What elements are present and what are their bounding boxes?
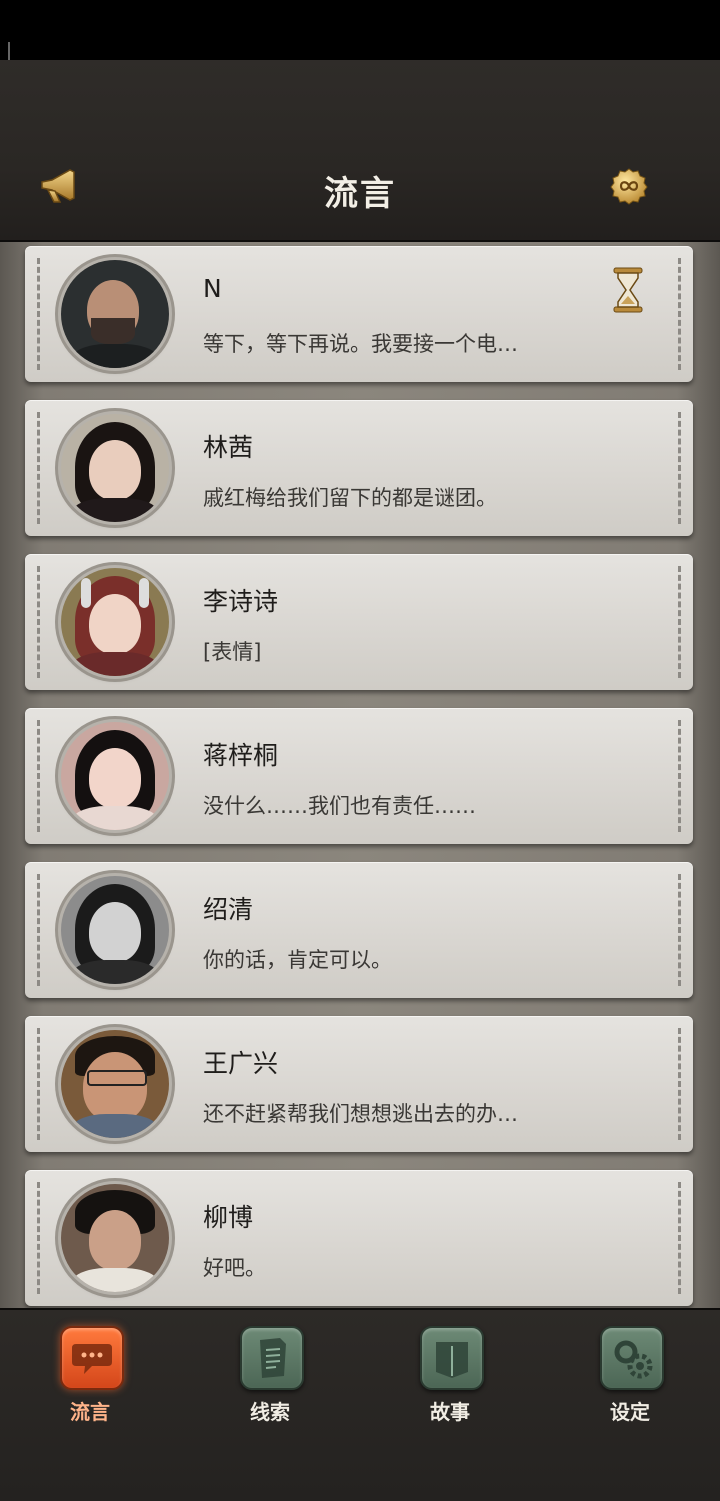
header: 流言 [0,60,720,242]
contact-name: N [203,274,222,303]
stitch-decoration [37,1182,40,1294]
message-preview: [表情] [203,640,262,664]
stitch-decoration [678,1182,681,1294]
avatar [61,414,169,522]
stitch-decoration [37,258,40,370]
gears-icon [600,1326,664,1390]
stitch-decoration [37,720,40,832]
stitch-decoration [678,1028,681,1140]
tab-story[interactable]: 故事 [390,1326,510,1436]
contact-name: 蒋梓桐 [203,741,279,770]
status-bar [0,0,720,100]
contact-name: 柳博 [203,1203,254,1232]
hourglass-icon [611,266,645,314]
message-preview: 好吧。 [203,1256,266,1280]
list-item[interactable]: 绍清 你的话，肯定可以。 [25,862,693,998]
avatar [61,876,169,984]
tab-label: 线索 [250,1400,290,1424]
avatar [61,260,169,368]
message-preview: 等下，等下再说。我要接一个电… [203,332,518,356]
tab-label: 设定 [610,1400,650,1424]
stitch-decoration [37,412,40,524]
contact-name: 李诗诗 [203,587,279,616]
bottom-tab-bar: 流言 线索 故事 设定 [0,1308,720,1501]
stitch-decoration [678,258,681,370]
list-item[interactable]: 蒋梓桐 没什么……我们也有责任…… [25,708,693,844]
tab-rumors[interactable]: 流言 [30,1326,150,1436]
document-icon [240,1326,304,1390]
avatar [61,568,169,676]
stitch-decoration [37,874,40,986]
tab-settings[interactable]: 设定 [570,1326,690,1436]
stitch-decoration [37,566,40,678]
tab-label: 故事 [430,1400,470,1424]
book-icon [420,1326,484,1390]
contact-name: 王广兴 [203,1049,279,1078]
contact-name: 绍清 [203,895,254,924]
stitch-decoration [678,412,681,524]
message-preview: 还不赶紧帮我们想想逃出去的办… [203,1102,518,1126]
stitch-decoration [678,720,681,832]
tab-label: 流言 [70,1400,110,1424]
list-item[interactable]: 王广兴 还不赶紧帮我们想想逃出去的办… [25,1016,693,1152]
stitch-decoration [678,874,681,986]
tab-clues[interactable]: 线索 [210,1326,330,1436]
avatar [61,1030,169,1138]
message-preview: 你的话，肯定可以。 [203,948,392,972]
list-item[interactable]: 李诗诗 [表情] [25,554,693,690]
contact-name: 林茜 [203,433,254,462]
message-preview: 戚红梅给我们留下的都是谜团。 [203,486,497,510]
stitch-decoration [678,566,681,678]
message-preview: 没什么……我们也有责任…… [203,794,476,818]
avatar [61,722,169,830]
avatar [61,1184,169,1292]
infinity-badge-icon[interactable] [610,167,648,205]
list-item[interactable]: 柳博 好吧。 [25,1170,693,1306]
chat-bubble-icon [60,1326,124,1390]
message-list[interactable]: N 等下，等下再说。我要接一个电… 林茜 戚红梅给我们留下的都是谜团。 李诗诗 … [0,242,720,1308]
list-item[interactable]: N 等下，等下再说。我要接一个电… [25,246,693,382]
list-item[interactable]: 林茜 戚红梅给我们留下的都是谜团。 [25,400,693,536]
stitch-decoration [37,1028,40,1140]
